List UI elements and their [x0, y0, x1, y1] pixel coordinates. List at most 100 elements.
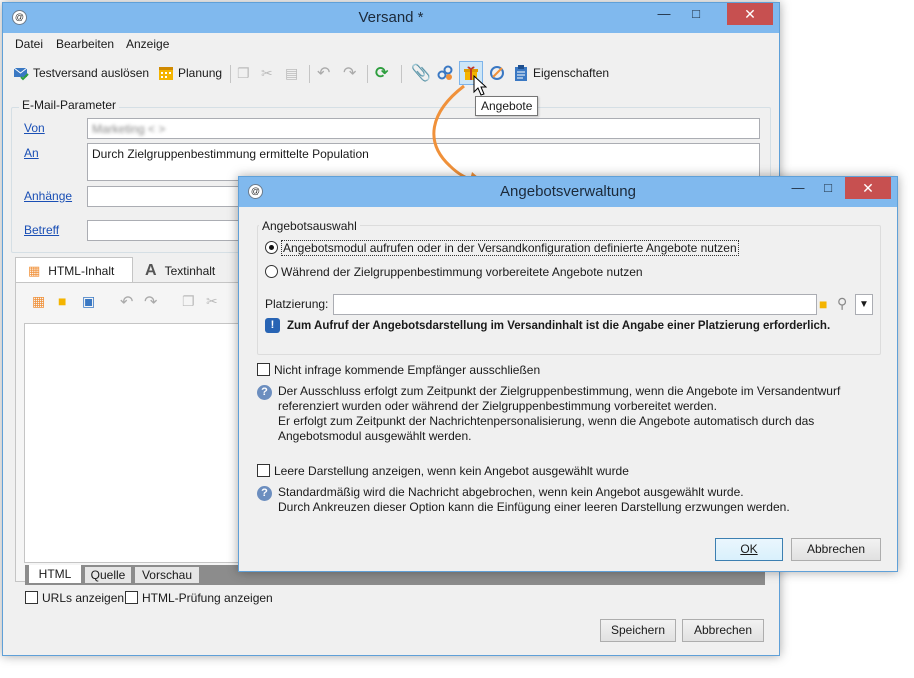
menu-datei[interactable]: Datei — [15, 37, 43, 51]
tab-source[interactable]: Quelle — [85, 567, 131, 583]
undo-icon[interactable]: ↶ — [120, 292, 133, 312]
dialog-titlebar: @ Angebotsverwaltung — □ ✕ — [239, 177, 897, 207]
ok-label: OK — [740, 542, 758, 556]
offer-dialog: @ Angebotsverwaltung — □ ✕ Angebotsauswa… — [238, 176, 898, 572]
radio-offer-module[interactable] — [265, 241, 278, 254]
exclude-option[interactable]: Nicht infrage kommende Empfänger ausschl… — [257, 363, 540, 377]
envelope-check-icon — [13, 65, 29, 81]
menu-anzeige[interactable]: Anzeige — [126, 37, 169, 51]
cancel-button[interactable]: Abbrechen — [682, 619, 764, 642]
search-icon[interactable]: ⚲ — [837, 295, 847, 312]
dialog-cancel-label: Abbrechen — [806, 542, 866, 556]
target-link-icon[interactable] — [489, 63, 505, 83]
tab-html-content[interactable]: ▦ HTML-Inhalt — [15, 257, 133, 283]
save-button[interactable]: Speichern — [600, 619, 676, 642]
attachments-link[interactable]: Anhänge — [24, 189, 72, 203]
folder-icon[interactable]: ■ — [819, 296, 827, 312]
close-button[interactable]: ✕ — [727, 3, 773, 25]
subject-link[interactable]: Betreff — [24, 223, 59, 237]
copy-icon[interactable]: ❐ — [182, 293, 195, 310]
offer-selection-label: Angebotsauswahl — [259, 219, 360, 233]
empty-rendering-label: Leere Darstellung anzeigen, wenn kein An… — [274, 464, 629, 478]
toolbar-separator — [309, 65, 310, 83]
show-urls-option[interactable]: URLs anzeigen — [25, 591, 124, 605]
main-toolbar: Testversand auslösen Planung ❐ ✂ ▤ ↶ ↷ ⟳… — [3, 59, 779, 87]
html-check-option[interactable]: HTML-Prüfung anzeigen — [125, 591, 273, 605]
refresh-icon[interactable]: ⟳ — [375, 63, 388, 83]
radio-prepared-offers-option[interactable]: Während der Zielgruppenbestimmung vorber… — [265, 265, 643, 279]
show-urls-checkbox[interactable] — [25, 591, 38, 604]
placement-field[interactable] — [333, 294, 817, 315]
open-folder-icon[interactable]: ■ — [58, 293, 66, 309]
close-button[interactable]: ✕ — [845, 177, 891, 199]
radio-offer-module-option[interactable]: Angebotsmodul aufrufen oder in der Versa… — [265, 240, 739, 256]
save-disk-icon[interactable]: ▣ — [82, 293, 95, 310]
maximize-button[interactable]: □ — [813, 177, 843, 199]
warning-icon: ! — [265, 318, 280, 333]
html-check-label: HTML-Prüfung anzeigen — [142, 591, 273, 605]
email-params-label: E-Mail-Parameter — [19, 98, 120, 112]
minimize-button[interactable]: — — [649, 3, 679, 25]
placement-warning: ! Zum Aufruf der Angebotsdarstellung im … — [265, 318, 830, 333]
ok-button[interactable]: OK — [715, 538, 783, 561]
tab-html[interactable]: HTML — [29, 565, 81, 583]
redo-icon[interactable]: ↷ — [144, 292, 157, 312]
new-html-icon[interactable]: ▦ — [32, 293, 45, 310]
cut-icon[interactable]: ✂ — [206, 293, 218, 310]
placement-warning-text: Zum Aufruf der Angebotsdarstellung im Ve… — [287, 319, 831, 332]
toolbar-separator — [230, 65, 231, 83]
copy-icon[interactable]: ❐ — [237, 63, 250, 83]
undo-icon[interactable]: ↶ — [317, 63, 330, 83]
link-icon[interactable] — [437, 63, 453, 83]
schedule-button[interactable]: Planung — [158, 63, 222, 83]
exclude-label: Nicht infrage kommende Empfänger ausschl… — [274, 363, 541, 377]
from-value: Marketing < > — [92, 122, 166, 136]
exclude-checkbox[interactable] — [257, 363, 270, 376]
empty-help-line: Durch Ankreuzen dieser Option kann die E… — [278, 500, 790, 514]
dialog-body: Angebotsauswahl Angebotsmodul aufrufen o… — [245, 207, 891, 565]
properties-label: Eigenschaften — [533, 66, 610, 80]
chevron-down-icon: ▼ — [859, 299, 869, 310]
tab-text-content[interactable]: A Textinhalt — [135, 259, 239, 283]
text-icon: A — [145, 262, 157, 279]
attachment-icon[interactable]: 📎 — [411, 63, 431, 83]
test-send-label: Testversand auslösen — [33, 66, 150, 80]
placement-dropdown[interactable]: ▼ — [855, 294, 873, 315]
help-icon: ? — [257, 486, 272, 501]
maximize-button[interactable]: □ — [681, 3, 711, 25]
cut-icon[interactable]: ✂ — [261, 63, 273, 83]
empty-help-line: Standardmäßig wird die Nachricht abgebro… — [278, 485, 744, 499]
empty-rendering-option[interactable]: Leere Darstellung anzeigen, wenn kein An… — [257, 464, 629, 478]
html-check-checkbox[interactable] — [125, 591, 138, 604]
redo-icon[interactable]: ↷ — [343, 63, 356, 83]
dialog-cancel-button[interactable]: Abbrechen — [791, 538, 881, 561]
html-file-icon: ▦ — [28, 262, 41, 278]
properties-button[interactable]: Eigenschaften — [513, 63, 609, 83]
subject-field[interactable] — [87, 220, 247, 241]
tab-html-content-label: HTML-Inhalt — [48, 263, 115, 278]
empty-rendering-checkbox[interactable] — [257, 464, 270, 477]
test-send-button[interactable]: Testversand auslösen — [13, 63, 149, 83]
radio-prepared-offers-label: Während der Zielgruppenbestimmung vorber… — [281, 265, 643, 279]
exclude-help-line: Er erfolgt zum Zeitpunkt der Nachrichten… — [278, 414, 815, 428]
to-link[interactable]: An — [24, 146, 39, 160]
tab-text-content-label: Textinhalt — [164, 264, 216, 278]
empty-help-text: Standardmäßig wird die Nachricht abgebro… — [278, 485, 790, 515]
minimize-button[interactable]: — — [783, 177, 813, 199]
tab-preview[interactable]: Vorschau — [135, 567, 199, 583]
paste-icon[interactable]: ▤ — [285, 63, 298, 83]
from-link[interactable]: Von — [24, 121, 45, 135]
exclude-help-line: referenziert wurden oder während der Zie… — [278, 399, 717, 413]
radio-prepared-offers[interactable] — [265, 265, 278, 278]
exclude-help-line: Der Ausschluss erfolgt zum Zeitpunkt der… — [278, 384, 841, 398]
menu-bearbeiten[interactable]: Bearbeiten — [56, 37, 114, 51]
show-urls-label: URLs anzeigen — [42, 591, 125, 605]
placement-label: Platzierung: — [265, 297, 329, 311]
attachments-field[interactable] — [87, 186, 247, 207]
help-icon: ? — [257, 385, 272, 400]
to-value: Durch Zielgruppenbestimmung ermittelte P… — [92, 147, 369, 161]
toolbar-separator — [367, 65, 368, 83]
clipboard-icon — [513, 65, 529, 81]
radio-offer-module-label: Angebotsmodul aufrufen oder in der Versa… — [281, 240, 739, 256]
exclude-help-text: Der Ausschluss erfolgt zum Zeitpunkt der… — [278, 384, 840, 444]
